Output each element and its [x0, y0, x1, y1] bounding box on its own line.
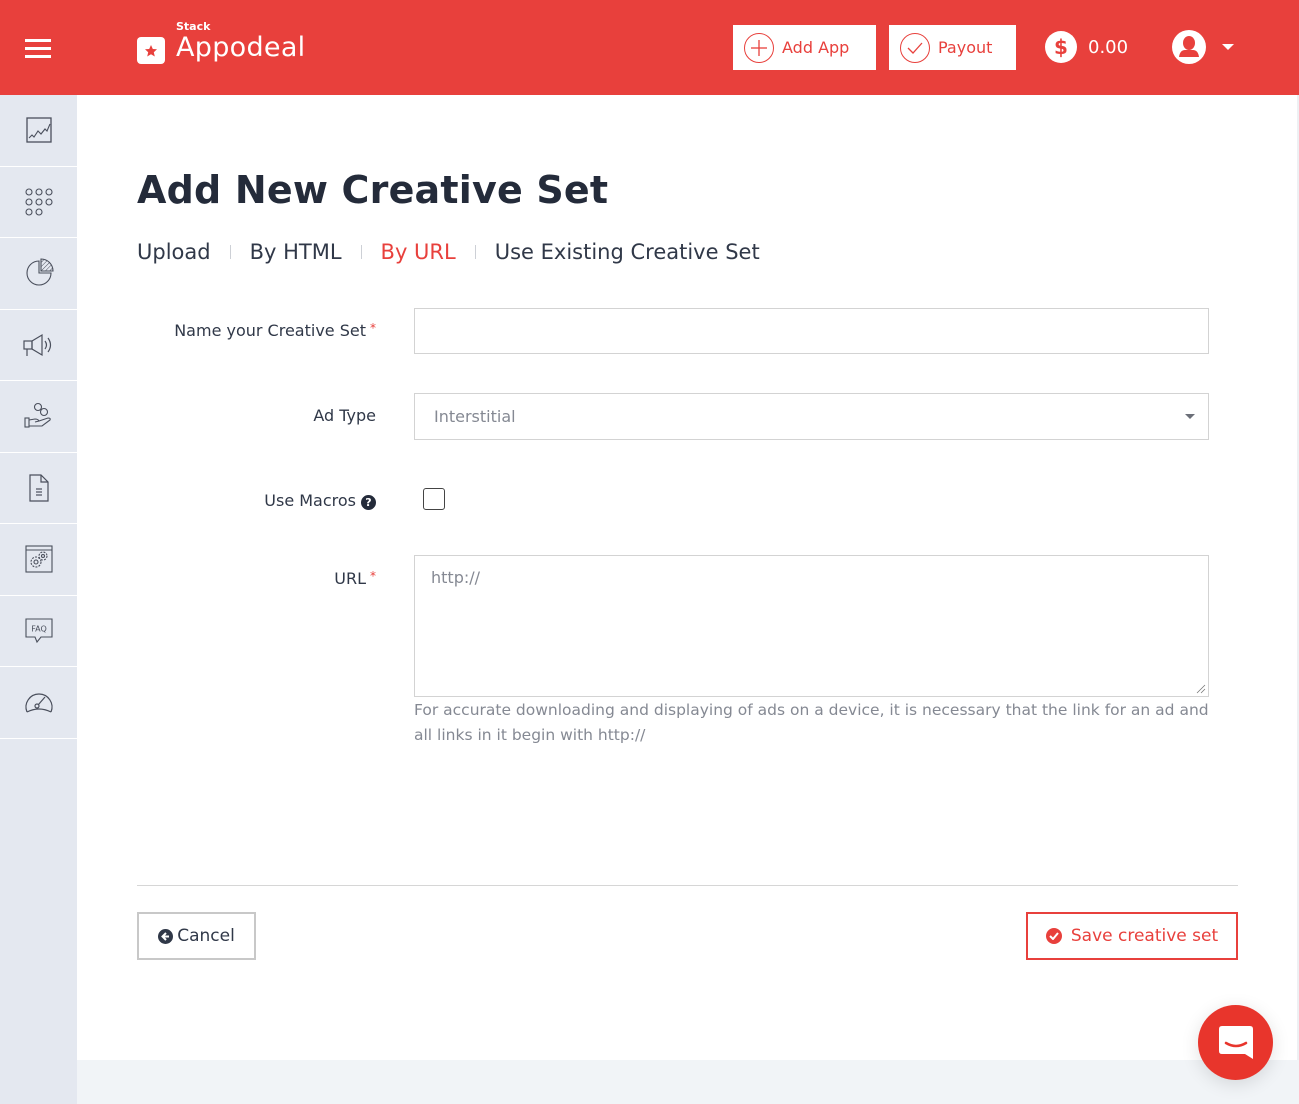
- tab-by-url[interactable]: By URL: [381, 240, 456, 264]
- megaphone-icon: [22, 333, 51, 356]
- faq-icon: FAQ: [24, 618, 53, 643]
- url-field-label: URL *: [334, 569, 376, 588]
- hand-coins-icon: [23, 403, 51, 428]
- cancel-button[interactable]: Cancel: [137, 912, 256, 960]
- brand-name: Appodeal: [176, 32, 306, 63]
- menu-toggle-button[interactable]: [25, 39, 51, 58]
- check-circle-icon: [1045, 928, 1062, 944]
- tab-divider: [229, 245, 231, 259]
- sidebar-item-statistics[interactable]: [0, 95, 77, 167]
- question-circle-icon[interactable]: ?: [361, 495, 376, 510]
- resize-grip-icon[interactable]: [1196, 684, 1206, 694]
- sidebar-item-analytics[interactable]: [0, 238, 77, 310]
- tab-use-existing[interactable]: Use Existing Creative Set: [495, 240, 760, 264]
- sidebar-item-payments[interactable]: [0, 381, 77, 453]
- payout-label: Payout: [938, 38, 993, 57]
- use-macros-label-text: Use Macros: [264, 491, 356, 510]
- name-field-label: Name your Creative Set *: [174, 321, 376, 340]
- sidebar-item-apps[interactable]: [0, 167, 77, 238]
- sidebar-nav: FAQ: [0, 95, 77, 1104]
- ad-type-label: Ad Type: [313, 406, 376, 425]
- star-logo-icon: [137, 37, 165, 64]
- chat-bubble-icon: [1218, 1025, 1253, 1059]
- url-placeholder: http://: [431, 568, 481, 587]
- tab-divider: [360, 245, 362, 259]
- dollar-icon: $: [1045, 31, 1077, 63]
- creative-source-tabs: Upload By HTML By URL Use Existing Creat…: [137, 240, 760, 264]
- caret-down-icon: [1185, 414, 1195, 419]
- svg-text:FAQ: FAQ: [31, 624, 47, 633]
- pie-chart-icon: [25, 258, 54, 286]
- ad-type-selected-value: Interstitial: [434, 407, 516, 426]
- use-macros-checkbox[interactable]: [423, 488, 445, 510]
- arrow-left-circle-icon: [158, 928, 174, 944]
- payout-button[interactable]: Payout: [889, 25, 1016, 70]
- page-title: Add New Creative Set: [137, 168, 609, 212]
- speedometer-icon: [24, 693, 53, 713]
- plus-icon: [744, 32, 774, 63]
- top-header: Stack Appodeal Add App Payout $ 0.00: [0, 0, 1299, 95]
- hamburger-icon-bar: [25, 47, 51, 50]
- tab-divider: [474, 245, 476, 259]
- cancel-label: Cancel: [177, 926, 235, 946]
- balance-value: 0.00: [1088, 36, 1129, 58]
- save-label: Save creative set: [1070, 926, 1219, 946]
- user-avatar-icon: [1172, 30, 1206, 64]
- add-app-button[interactable]: Add App: [733, 25, 876, 70]
- sidebar-item-documents[interactable]: [0, 453, 77, 524]
- chevron-down-icon: [1222, 44, 1234, 50]
- balance-display[interactable]: $ 0.00: [1045, 31, 1128, 63]
- required-mark: *: [370, 569, 376, 583]
- sidebar-item-settings[interactable]: [0, 524, 77, 596]
- creative-set-name-input[interactable]: [414, 308, 1209, 354]
- hamburger-icon-bar: [25, 55, 51, 58]
- tab-by-html[interactable]: By HTML: [250, 240, 342, 264]
- required-mark: *: [370, 321, 376, 335]
- sidebar-item-faq[interactable]: FAQ: [0, 596, 77, 667]
- url-help-text: For accurate downloading and displaying …: [414, 701, 1209, 744]
- line-chart-icon: [25, 117, 52, 143]
- chat-widget-button[interactable]: [1198, 1005, 1273, 1080]
- document-icon: [28, 474, 49, 502]
- check-icon: [900, 32, 930, 63]
- add-app-label: Add App: [782, 38, 850, 57]
- sidebar-item-performance[interactable]: [0, 667, 77, 739]
- apps-grid-icon: [24, 188, 53, 216]
- form-divider: [137, 885, 1238, 886]
- settings-window-icon: [24, 545, 53, 573]
- url-label-text: URL: [334, 569, 366, 588]
- ad-type-select[interactable]: Interstitial: [414, 393, 1209, 440]
- hamburger-icon-bar: [25, 39, 51, 42]
- save-creative-set-button[interactable]: Save creative set: [1026, 912, 1238, 960]
- user-menu[interactable]: [1172, 30, 1234, 64]
- tab-upload[interactable]: Upload: [137, 240, 211, 264]
- name-label-text: Name your Creative Set: [174, 321, 366, 340]
- sidebar-item-campaigns[interactable]: [0, 310, 77, 381]
- main-content: Add New Creative Set Upload By HTML By U…: [77, 95, 1299, 1060]
- url-textarea[interactable]: http://: [414, 555, 1209, 697]
- use-macros-label: Use Macros?: [264, 491, 376, 510]
